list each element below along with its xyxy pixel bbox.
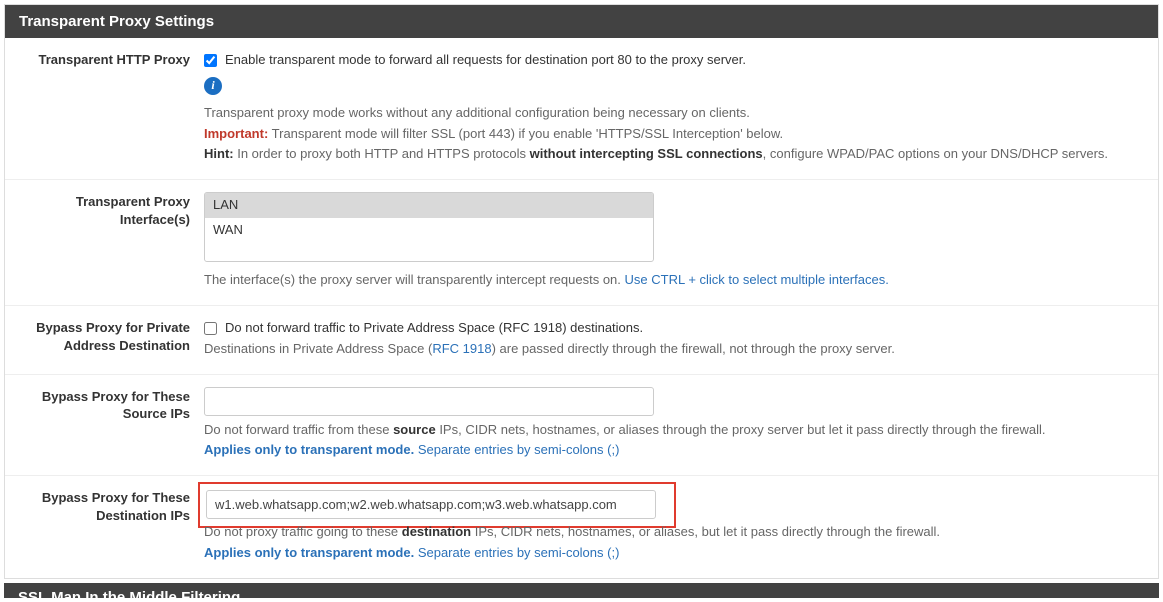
bypass-source-input[interactable]: [204, 387, 654, 416]
bd-applies: Applies only to transparent mode.: [204, 545, 414, 560]
bs-d2: IPs, CIDR nets, hostnames, or aliases th…: [436, 422, 1046, 437]
bypass-dest-input[interactable]: [206, 490, 656, 519]
http-proxy-important-line: Important: Transparent mode will filter …: [204, 124, 1144, 145]
bs-d3: Separate entries by semi-colons (;): [414, 442, 619, 457]
http-proxy-desc1: Transparent proxy mode works without any…: [204, 103, 1144, 124]
transparent-proxy-panel: Transparent Proxy Settings Transparent H…: [4, 4, 1159, 579]
label-bypass-source: Bypass Proxy for These Source IPs: [19, 387, 204, 462]
info-icon[interactable]: i: [204, 77, 222, 95]
bypass-source-applies: Applies only to transparent mode. Separa…: [204, 440, 1144, 461]
bd-d2: IPs, CIDR nets, hostnames, or aliases, b…: [471, 524, 940, 539]
row-interfaces: Transparent Proxy Interface(s) LAN WAN T…: [5, 180, 1158, 306]
bypass-private-label: Do not forward traffic to Private Addres…: [225, 318, 643, 339]
bypass-dest-applies: Applies only to transparent mode. Separa…: [204, 543, 1144, 564]
bypass-dest-desc: Do not proxy traffic going to these dest…: [204, 522, 1144, 543]
ctl-bypass-dest: Do not proxy traffic going to these dest…: [204, 488, 1144, 564]
label-interfaces: Transparent Proxy Interface(s): [19, 192, 204, 291]
bd-d1: Do not proxy traffic going to these: [204, 524, 402, 539]
enable-transparent-checkbox[interactable]: [204, 54, 217, 67]
label-bypass-dest: Bypass Proxy for These Destination IPs: [19, 488, 204, 564]
bypass-private-desc: Destinations in Private Address Space (R…: [204, 339, 1144, 360]
bs-applies: Applies only to transparent mode.: [204, 442, 414, 457]
bypass-source-desc: Do not forward traffic from these source…: [204, 420, 1144, 441]
bypass-private-d1: Destinations in Private Address Space (: [204, 341, 432, 356]
ctl-bypass-private: Do not forward traffic to Private Addres…: [204, 318, 1144, 360]
row-bypass-source: Bypass Proxy for These Source IPs Do not…: [5, 375, 1158, 477]
bypass-private-d2: ) are passed directly through the firewa…: [492, 341, 895, 356]
interfaces-desc: The interface(s) the proxy server will t…: [204, 270, 1144, 291]
row-http-proxy: Transparent HTTP Proxy Enable transparen…: [5, 38, 1158, 180]
hint-bold: without intercepting SSL connections: [530, 146, 763, 161]
interfaces-desc-text: The interface(s) the proxy server will t…: [204, 272, 625, 287]
ctl-interfaces: LAN WAN The interface(s) the proxy serve…: [204, 192, 1144, 291]
enable-transparent-checkbox-line[interactable]: Enable transparent mode to forward all r…: [204, 50, 1144, 71]
hint-text1: In order to proxy both HTTP and HTTPS pr…: [234, 146, 530, 161]
interface-option-wan[interactable]: WAN: [205, 218, 653, 243]
bd-bold: destination: [402, 524, 471, 539]
row-bypass-dest: Bypass Proxy for These Destination IPs D…: [5, 476, 1158, 578]
hint-text2: , configure WPAD/PAC options on your DNS…: [763, 146, 1108, 161]
bs-bold: source: [393, 422, 436, 437]
interfaces-select[interactable]: LAN WAN: [204, 192, 654, 262]
bd-d3: Separate entries by semi-colons (;): [414, 545, 619, 560]
http-proxy-hint-line: Hint: In order to proxy both HTTP and HT…: [204, 144, 1144, 165]
bypass-private-checkbox[interactable]: [204, 322, 217, 335]
ssl-panel-title: SSL Man In the Middle Filtering: [4, 583, 1159, 598]
rfc1918-link[interactable]: RFC 1918: [432, 341, 491, 356]
label-http-proxy: Transparent HTTP Proxy: [19, 50, 204, 165]
label-bypass-private: Bypass Proxy for Private Address Destina…: [19, 318, 204, 360]
interfaces-desc-link: Use CTRL + click to select multiple inte…: [625, 272, 889, 287]
panel-title: Transparent Proxy Settings: [5, 5, 1158, 38]
row-bypass-private: Bypass Proxy for Private Address Destina…: [5, 306, 1158, 375]
important-text: Transparent mode will filter SSL (port 4…: [268, 126, 783, 141]
enable-transparent-label: Enable transparent mode to forward all r…: [225, 50, 746, 71]
ctl-http-proxy: Enable transparent mode to forward all r…: [204, 50, 1144, 165]
hint-label: Hint:: [204, 146, 234, 161]
important-label: Important:: [204, 126, 268, 141]
ctl-bypass-source: Do not forward traffic from these source…: [204, 387, 1144, 462]
interface-option-lan[interactable]: LAN: [205, 193, 653, 218]
bypass-private-checkbox-line[interactable]: Do not forward traffic to Private Addres…: [204, 318, 1144, 339]
bs-d1: Do not forward traffic from these: [204, 422, 393, 437]
